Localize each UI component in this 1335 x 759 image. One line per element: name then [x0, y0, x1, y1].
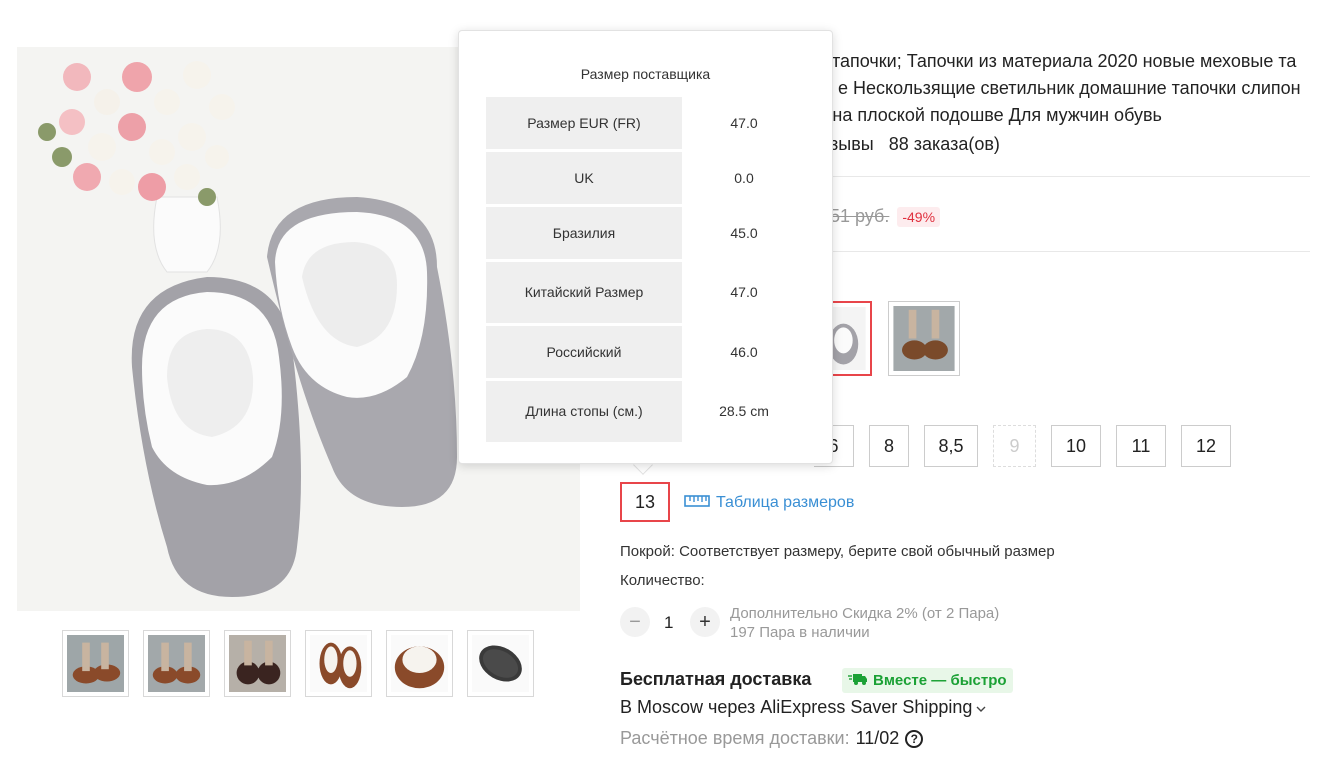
orders-count: 88 заказа(ов) — [888, 134, 1000, 154]
row-value: 47.0 — [730, 284, 758, 300]
together-fast-badge: Вместе — быстро — [842, 668, 1013, 693]
old-price: 51 руб. — [830, 206, 890, 226]
size-option-12[interactable]: 12 — [1181, 425, 1231, 467]
size-label: 8 — [883, 435, 894, 456]
table-row: Китайский Размер 47.0 — [486, 262, 806, 323]
row-value: 28.5 cm — [719, 403, 769, 419]
size-label: 12 — [1195, 435, 1217, 456]
row-label: Российский — [486, 326, 682, 378]
thumbnail-4[interactable] — [305, 630, 372, 697]
help-icon[interactable]: ? — [905, 729, 924, 748]
row-label: Размер EUR (FR) — [486, 97, 682, 149]
quantity-increase-button[interactable]: + — [690, 607, 720, 637]
truck-icon — [848, 672, 868, 690]
chevron-down-icon — [976, 697, 986, 718]
table-row: Бразилия 45.0 — [486, 207, 806, 259]
size-label: 10 — [1065, 435, 1087, 456]
row-value: 0.0 — [734, 169, 754, 186]
thumbnail-1[interactable] — [62, 630, 129, 697]
size-chart-table: Размер EUR (FR) 47.0 UK 0.0 Бразилия 45.… — [486, 97, 806, 445]
stock-text: 197 Пара в наличии — [730, 624, 870, 641]
row-value: 46.0 — [730, 343, 758, 360]
table-row: Размер EUR (FR) 47.0 — [486, 97, 806, 149]
size-option-8-5[interactable]: 8,5 — [924, 425, 978, 467]
shipping-method-label: В Moscow через AliExpress Saver Shipping — [620, 697, 973, 717]
size-option-13[interactable]: 13 — [620, 482, 670, 522]
fit-info: Покрой: Соответствует размеру, берите св… — [620, 543, 1055, 560]
quantity-label: Количество: — [620, 572, 705, 589]
discount-badge: -49% — [897, 206, 941, 227]
size-label: 13 — [634, 491, 656, 512]
badge-label: Вместе — быстро — [873, 672, 1007, 689]
quantity-decrease-button[interactable]: − — [620, 607, 650, 637]
thumbnail-6[interactable] — [467, 630, 534, 697]
size-table-label: Таблица размеров — [716, 493, 855, 511]
popover-title: Размер поставщика — [580, 66, 711, 82]
reviews-link[interactable]: зывы — [830, 134, 874, 154]
color-option-brown[interactable] — [888, 301, 960, 376]
row-label: Длина стопы (см.) — [486, 381, 682, 442]
shipping-title: Бесплатная доставка — [620, 669, 812, 689]
quantity-value[interactable]: 1 — [664, 613, 673, 633]
size-label: 8,5 — [938, 435, 964, 456]
size-chart-popover: Размер поставщика Размер EUR (FR) 47.0 U… — [458, 30, 833, 464]
size-option-10[interactable]: 10 — [1051, 425, 1101, 467]
row-value: 45.0 — [730, 224, 758, 241]
size-option-9: 9 — [993, 425, 1036, 467]
row-label: Бразилия — [486, 207, 682, 259]
quantity-info: Дополнительно Скидка 2% (от 2 Пара) 197 … — [730, 604, 999, 642]
thumbnail-5[interactable] — [386, 630, 453, 697]
size-label: 11 — [1131, 435, 1151, 456]
reviews-orders-row: зывы 88 заказа(ов) — [830, 134, 1010, 155]
row-value: 47.0 — [730, 114, 758, 131]
size-label: 9 — [1009, 435, 1020, 456]
size-option-8[interactable]: 8 — [869, 425, 909, 467]
thumbnail-3[interactable] — [224, 630, 291, 697]
table-row: UK 0.0 — [486, 152, 806, 204]
delivery-time: Расчётное время доставки: 11/02 ? — [620, 728, 924, 749]
thumbnail-2[interactable] — [143, 630, 210, 697]
size-option-11[interactable]: 11 — [1116, 425, 1166, 467]
row-label: UK — [486, 152, 682, 204]
table-row: Длина стопы (см.) 28.5 cm — [486, 381, 806, 442]
table-row: Российский 46.0 — [486, 326, 806, 378]
ruler-icon — [684, 492, 710, 513]
size-table-link[interactable]: Таблица размеров — [684, 492, 854, 513]
delivery-time-value: 11/02 — [855, 728, 900, 748]
bulk-discount-text: Дополнительно Скидка 2% (от 2 Пара) — [730, 605, 1000, 622]
shipping-method-selector[interactable]: В Moscow через AliExpress Saver Shipping — [620, 697, 986, 718]
delivery-time-label: Расчётное время доставки: — [620, 728, 850, 748]
row-label: Китайский Размер — [486, 262, 682, 323]
price-row: 51 руб. -49% — [830, 206, 941, 227]
